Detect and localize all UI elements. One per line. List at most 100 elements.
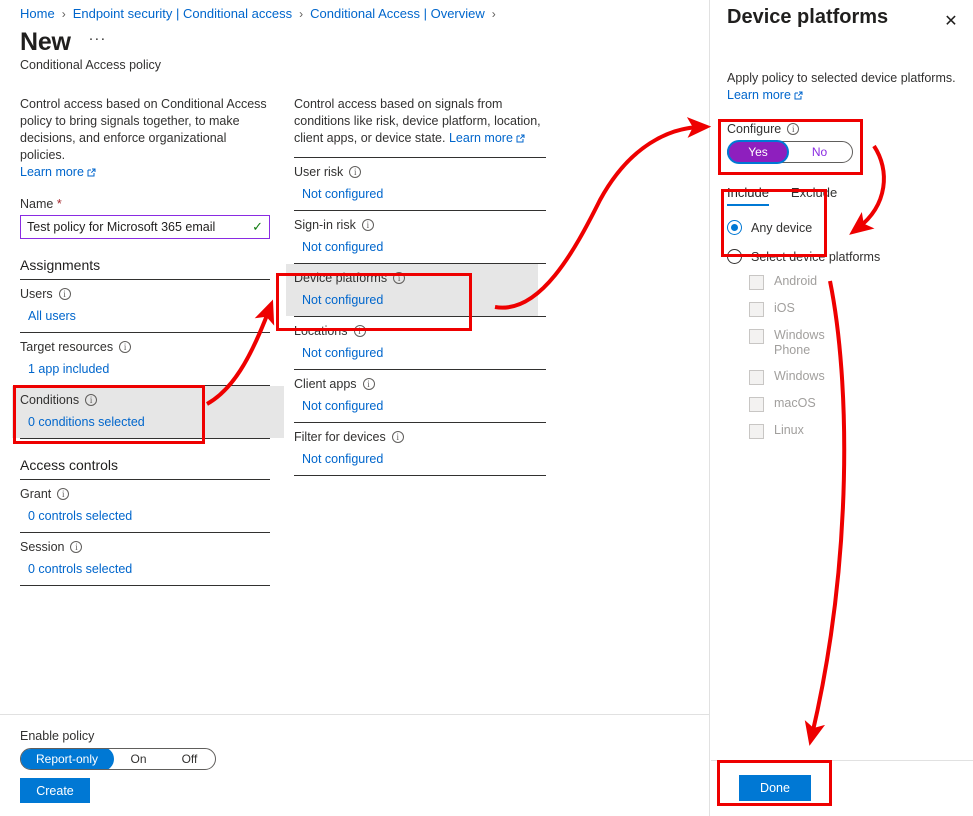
assignments-column: Control access based on Conditional Acce…	[12, 96, 284, 586]
info-icon[interactable]: i	[70, 541, 83, 553]
enable-option-on[interactable]: On	[113, 749, 164, 769]
checkbox-row-linux[interactable]: Linux	[749, 423, 967, 439]
create-button[interactable]: Create	[20, 778, 90, 803]
more-options-icon[interactable]: ···	[88, 30, 106, 47]
row-label-text: Locations	[294, 324, 348, 338]
info-icon[interactable]: i	[391, 431, 404, 443]
row-value[interactable]: Not configured	[302, 293, 538, 307]
info-icon[interactable]: i	[57, 488, 70, 500]
row-label-text: Grant	[20, 487, 52, 501]
info-icon[interactable]: i	[362, 378, 375, 390]
condition-row-device-platforms[interactable]: Device platforms i Not configured	[286, 264, 538, 316]
row-value[interactable]: Not configured	[302, 187, 546, 201]
row-label-text: Conditions	[20, 393, 80, 407]
panel-header: Device platforms ✕	[727, 6, 958, 30]
panel-description-text: Apply policy to selected device platform…	[727, 71, 956, 85]
row-value[interactable]: 1 app included	[28, 362, 270, 376]
checkbox-icon[interactable]	[749, 397, 764, 412]
row-label-text: User risk	[294, 165, 344, 179]
row-label-text: Users	[20, 287, 53, 301]
row-value[interactable]: 0 conditions selected	[28, 415, 284, 429]
enable-option-off[interactable]: Off	[164, 749, 215, 769]
row-value[interactable]: Not configured	[302, 240, 546, 254]
divider	[294, 475, 546, 476]
radio-label: Select device platforms	[751, 249, 881, 264]
info-icon[interactable]: i	[349, 166, 362, 178]
validation-check-icon: ✓	[252, 219, 263, 234]
assignment-row-target-resources[interactable]: Target resources i 1 app included	[20, 333, 270, 385]
row-label-text: Target resources	[20, 340, 114, 354]
info-icon[interactable]: i	[787, 123, 800, 135]
radio-icon[interactable]	[727, 249, 742, 264]
enable-option-report-only[interactable]: Report-only	[21, 749, 113, 769]
tab-include[interactable]: Include	[727, 185, 769, 206]
row-value[interactable]: Not configured	[302, 346, 546, 360]
breadcrumb-item-home[interactable]: Home	[20, 6, 55, 21]
checkbox-row-macos[interactable]: macOS	[749, 396, 967, 412]
assignment-row-conditions[interactable]: Conditions i 0 conditions selected	[12, 386, 284, 438]
control-row-session[interactable]: Session i 0 controls selected	[20, 533, 270, 585]
row-label: Device platforms i	[294, 271, 538, 285]
checkbox-label: Windows Phone	[774, 328, 825, 357]
info-icon[interactable]: i	[119, 341, 132, 353]
row-value[interactable]: All users	[28, 309, 270, 323]
row-label: Locations i	[294, 324, 546, 338]
control-row-grant[interactable]: Grant i 0 controls selected	[20, 480, 270, 532]
learn-more-link[interactable]: Learn more	[449, 131, 513, 145]
conditions-column: Control access based on signals from con…	[286, 96, 546, 476]
row-label-text: Client apps	[294, 377, 357, 391]
checkbox-icon[interactable]	[749, 302, 764, 317]
info-icon[interactable]: i	[361, 219, 374, 231]
configure-option-yes[interactable]: Yes	[729, 142, 787, 162]
checkbox-icon[interactable]	[749, 424, 764, 439]
learn-more-link[interactable]: Learn more	[20, 165, 84, 179]
configure-toggle[interactable]: Yes No	[727, 141, 853, 163]
external-link-icon	[794, 88, 803, 105]
condition-row-locations[interactable]: Locations i Not configured	[294, 317, 546, 369]
info-icon[interactable]: i	[393, 272, 406, 284]
checkbox-row-windows-phone[interactable]: Windows Phone	[749, 328, 967, 358]
condition-row-filter-for-devices[interactable]: Filter for devices i Not configured	[294, 423, 546, 475]
breadcrumb-item-endpoint-security[interactable]: Endpoint security | Conditional access	[73, 6, 292, 21]
radio-any-device[interactable]: Any device	[727, 220, 967, 235]
checkbox-label: macOS	[774, 396, 816, 410]
radio-select-device-platforms[interactable]: Select device platforms	[727, 249, 967, 264]
breadcrumb-item-conditional-access-overview[interactable]: Conditional Access | Overview	[310, 6, 485, 21]
checkbox-icon[interactable]	[749, 370, 764, 385]
row-value[interactable]: 0 controls selected	[28, 509, 270, 523]
condition-row-user-risk[interactable]: User risk i Not configured	[294, 158, 546, 210]
close-icon[interactable]: ✕	[941, 12, 961, 32]
configure-label-text: Configure	[727, 122, 782, 136]
info-icon[interactable]: i	[85, 394, 98, 406]
checkbox-icon[interactable]	[749, 275, 764, 290]
assignments-heading: Assignments	[20, 257, 101, 273]
panel-description: Apply policy to selected device platform…	[727, 70, 967, 104]
info-icon[interactable]: i	[353, 325, 366, 337]
learn-more-link[interactable]: Learn more	[727, 88, 791, 102]
row-label: Client apps i	[294, 377, 546, 391]
checkbox-row-android[interactable]: Android	[749, 274, 967, 290]
configure-option-no[interactable]: No	[787, 145, 852, 159]
checkbox-row-ios[interactable]: iOS	[749, 301, 967, 317]
condition-row-client-apps[interactable]: Client apps i Not configured	[294, 370, 546, 422]
checkbox-icon[interactable]	[749, 329, 764, 344]
tab-exclude[interactable]: Exclude	[791, 185, 837, 206]
assignment-row-users[interactable]: Users i All users	[20, 280, 270, 332]
name-input[interactable]: Test policy for Microsoft 365 email ✓	[20, 215, 270, 239]
page-subtitle: Conditional Access policy	[20, 58, 162, 72]
checkbox-label: Android	[774, 274, 818, 288]
row-label: Session i	[20, 540, 270, 554]
done-button[interactable]: Done	[739, 775, 811, 801]
condition-row-sign-in-risk[interactable]: Sign-in risk i Not configured	[294, 211, 546, 263]
row-label: User risk i	[294, 165, 546, 179]
row-value[interactable]: 0 controls selected	[28, 562, 270, 576]
radio-icon-selected[interactable]	[727, 220, 742, 235]
info-icon[interactable]: i	[58, 288, 71, 300]
enable-policy-toggle[interactable]: Report-only On Off	[20, 748, 216, 770]
row-value[interactable]: Not configured	[302, 452, 546, 466]
breadcrumb: Home › Endpoint security | Conditional a…	[20, 6, 503, 21]
checkbox-row-windows[interactable]: Windows	[749, 369, 967, 385]
row-value[interactable]: Not configured	[302, 399, 546, 413]
checkbox-label: iOS	[774, 301, 795, 315]
breadcrumb-separator: ›	[491, 6, 496, 21]
